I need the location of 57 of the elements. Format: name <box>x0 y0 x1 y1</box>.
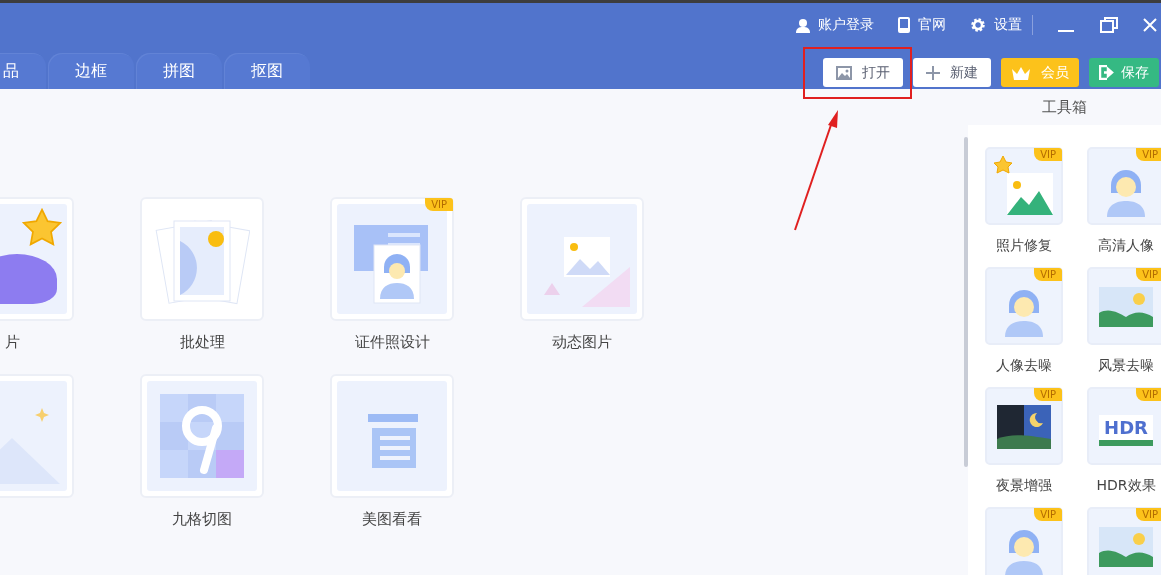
tool-tile[interactable]: VIP <box>1087 267 1161 345</box>
export-icon <box>1099 65 1115 80</box>
star-icon <box>21 208 63 248</box>
tool-tile[interactable]: VIP <box>1087 507 1161 575</box>
feature-tile[interactable] <box>140 197 264 321</box>
tool-label: 夜景增强 <box>996 477 1052 495</box>
vip-badge: VIP <box>1034 388 1062 401</box>
scrollbar[interactable] <box>964 137 968 467</box>
tab[interactable]: 品 <box>0 53 46 89</box>
plus-icon <box>926 65 940 80</box>
tool-label: 高清人像 <box>1098 237 1154 255</box>
feature-tile[interactable] <box>140 374 264 498</box>
tab[interactable]: 拼图 <box>136 53 222 89</box>
tool-label: 人像去噪 <box>996 357 1052 375</box>
vip-badge: VIP <box>1136 388 1161 401</box>
tool-label: 照片修复 <box>996 237 1052 255</box>
feature-label: 片 <box>4 333 20 352</box>
feature-tile[interactable]: VIP <box>330 197 454 321</box>
hdr-label: HDR <box>1099 414 1153 446</box>
tool-tile[interactable]: VIP <box>985 387 1063 465</box>
feature-label: 美图看看 <box>362 510 422 529</box>
panel-title: 工具箱 <box>1041 97 1088 118</box>
settings-icon <box>970 17 986 33</box>
tab[interactable]: 边框 <box>48 53 134 89</box>
header-link[interactable]: 官网 <box>898 16 946 34</box>
feature-label: 证件照设计 <box>354 333 430 352</box>
action-button[interactable]: 新建 <box>913 58 991 87</box>
tool-label: 风景去噪 <box>1098 357 1154 375</box>
feature-label: 动态图片 <box>552 333 612 352</box>
tool-tile[interactable]: VIP <box>985 267 1063 345</box>
tool-tile[interactable]: VIP <box>985 147 1063 225</box>
tool-label: HDR效果 <box>1096 477 1156 495</box>
action-button[interactable]: 保存 <box>1089 58 1159 87</box>
vip-badge: VIP <box>1136 268 1161 281</box>
feature-tile[interactable] <box>520 197 644 321</box>
tool-tile[interactable]: VIP <box>985 507 1063 575</box>
restore-icon[interactable] <box>1099 16 1119 34</box>
user-icon <box>796 17 810 33</box>
action-button[interactable]: 打开 <box>823 58 903 87</box>
crown-icon <box>1011 65 1031 80</box>
feature-label: 九格切图 <box>172 510 232 529</box>
vip-badge: VIP <box>1136 508 1161 521</box>
vip-badge: VIP <box>1034 148 1062 161</box>
header-link[interactable]: 账户登录 <box>796 16 874 34</box>
vip-badge: VIP <box>1034 268 1062 281</box>
feature-label: 批处理 <box>179 333 225 352</box>
header-link[interactable]: 设置 <box>970 16 1022 34</box>
feature-tile[interactable] <box>330 374 454 498</box>
close-icon[interactable] <box>1143 16 1157 34</box>
vip-badge: VIP <box>1034 508 1062 521</box>
tab[interactable]: 抠图 <box>224 53 310 89</box>
tool-tile[interactable]: VIP <box>1087 147 1161 225</box>
vip-badge: VIP <box>425 198 453 211</box>
vip-badge: VIP <box>1136 148 1161 161</box>
tool-tile[interactable]: VIP HDR <box>1087 387 1161 465</box>
image-icon <box>836 65 852 80</box>
phone-icon <box>898 17 910 33</box>
